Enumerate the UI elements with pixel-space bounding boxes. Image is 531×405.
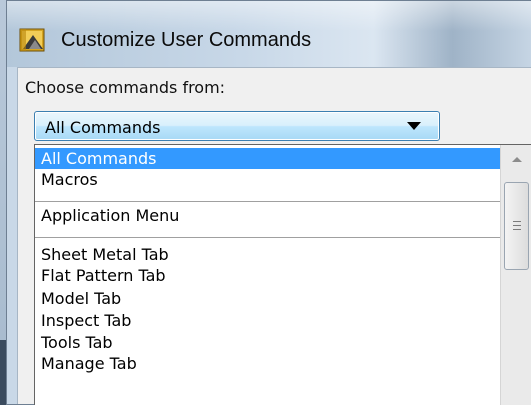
dropdown-item-manage-tab[interactable]: Manage Tab bbox=[35, 353, 500, 374]
dropdown-item-all-commands[interactable]: All Commands bbox=[35, 148, 500, 169]
dropdown-item-inspect-tab[interactable]: Inspect Tab bbox=[35, 310, 500, 331]
dropdown-item-sheet-metal-tab[interactable]: Sheet Metal Tab bbox=[35, 244, 500, 265]
dropdown-item-tools-tab[interactable]: Tools Tab bbox=[35, 332, 500, 353]
dropdown-item-flat-pattern-tab[interactable]: Flat Pattern Tab bbox=[35, 265, 500, 286]
dialog-title: Customize User Commands bbox=[61, 29, 312, 51]
app-icon bbox=[19, 28, 45, 52]
scroll-up-arrow-icon[interactable] bbox=[501, 145, 531, 175]
list-divider bbox=[35, 237, 500, 238]
grip-icon bbox=[513, 221, 521, 230]
dropdown-item-application-menu[interactable]: Application Menu bbox=[35, 205, 500, 226]
vertical-scrollbar[interactable] bbox=[500, 145, 531, 405]
choose-commands-combobox[interactable]: All Commands bbox=[34, 111, 440, 141]
dropdown-item-model-tab[interactable]: Model Tab bbox=[35, 288, 500, 309]
choose-commands-label: Choose commands from: bbox=[25, 78, 226, 97]
combobox-value: All Commands bbox=[45, 118, 161, 137]
title-bar[interactable]: Customize User Commands bbox=[7, 1, 531, 67]
chevron-down-icon[interactable] bbox=[407, 122, 421, 130]
scrollbar-thumb[interactable] bbox=[504, 182, 529, 270]
list-divider bbox=[35, 201, 500, 202]
commands-dropdown-list[interactable]: All Commands Macros Application Menu She… bbox=[34, 144, 531, 405]
dropdown-item-macros[interactable]: Macros bbox=[35, 169, 500, 190]
